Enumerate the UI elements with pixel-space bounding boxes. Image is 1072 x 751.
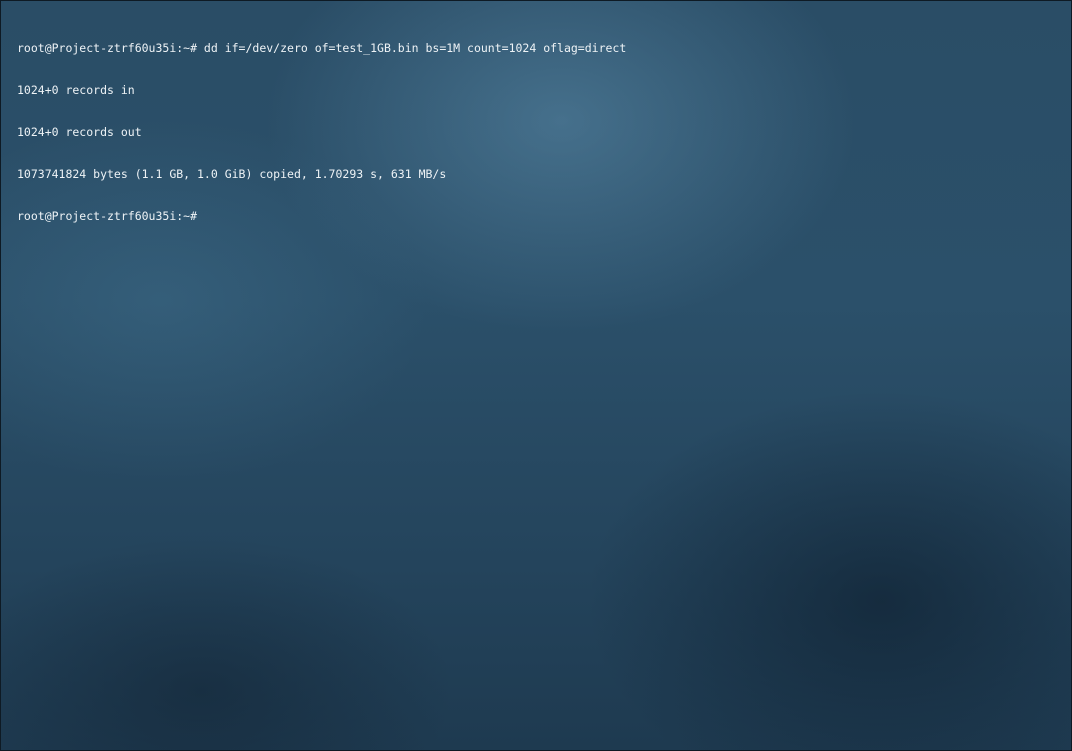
terminal-prompt-line[interactable]: root@Project-ztrf60u35i:~# [17, 209, 1057, 223]
terminal-prompt: root@Project-ztrf60u35i:~# [17, 209, 198, 223]
terminal-output: root@Project-ztrf60u35i:~# dd if=/dev/ze… [17, 13, 1057, 251]
terminal-window[interactable]: root@Project-ztrf60u35i:~# dd if=/dev/ze… [0, 0, 1072, 751]
terminal-output-line: 1024+0 records out [17, 125, 142, 139]
terminal-command-line: root@Project-ztrf60u35i:~# dd if=/dev/ze… [17, 41, 627, 55]
terminal-output-line: 1073741824 bytes (1.1 GB, 1.0 GiB) copie… [17, 167, 447, 181]
terminal-output-line: 1024+0 records in [17, 83, 135, 97]
terminal-cursor [198, 209, 205, 222]
